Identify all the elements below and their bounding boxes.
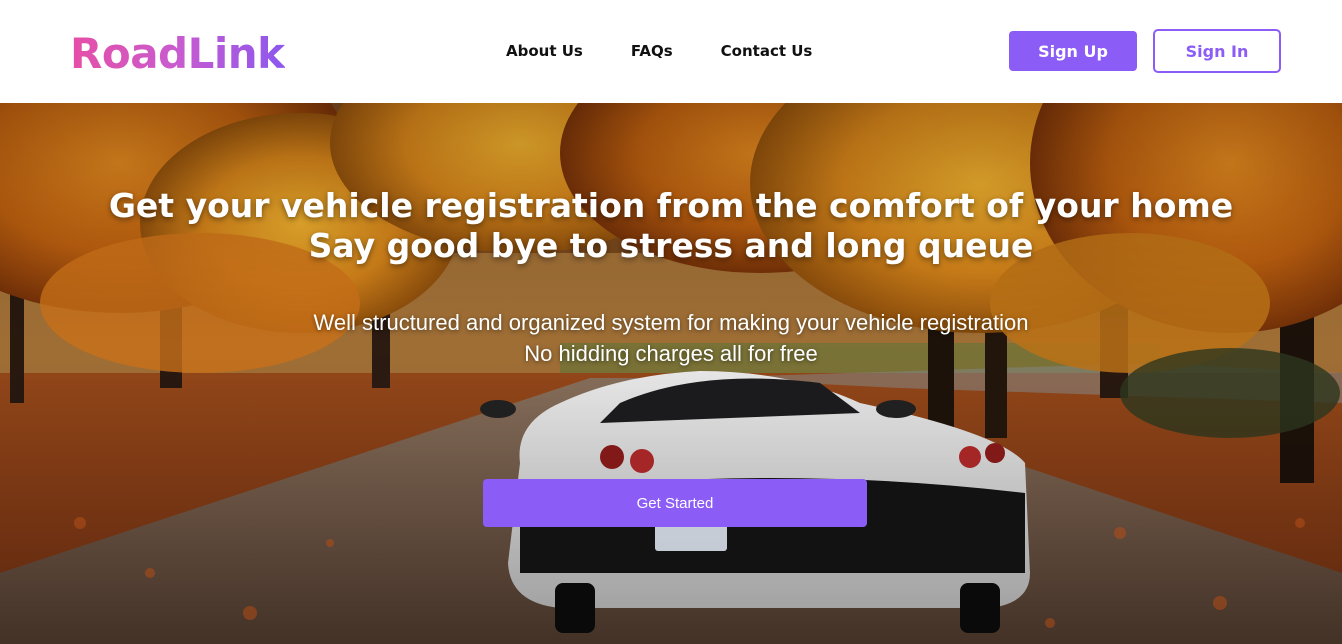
hero-overlay — [0, 103, 1342, 644]
sign-in-button[interactable]: Sign In — [1153, 29, 1281, 73]
nav-link-about-us[interactable]: About Us — [506, 40, 583, 62]
hero-section: Get your vehicle registration from the c… — [0, 103, 1342, 644]
navbar: RoadLink About Us FAQs Contact Us Sign U… — [0, 0, 1342, 103]
nav-link-faqs[interactable]: FAQs — [631, 40, 673, 62]
hero-title: Get your vehicle registration from the c… — [0, 186, 1342, 266]
hero-subtitle-line-1: Well structured and organized system for… — [313, 310, 1029, 335]
nav-links: About Us FAQs Contact Us — [506, 40, 812, 62]
hero-title-line-1: Get your vehicle registration from the c… — [108, 186, 1234, 225]
hero-subtitle: Well structured and organized system for… — [0, 307, 1342, 369]
sign-up-button[interactable]: Sign Up — [1009, 31, 1137, 71]
brand-logo[interactable]: RoadLink — [70, 28, 285, 80]
get-started-button[interactable]: Get Started — [483, 479, 867, 527]
hero-title-line-2: Say good bye to stress and long queue — [308, 226, 1034, 265]
hero-subtitle-line-2: No hidding charges all for free — [524, 341, 818, 366]
nav-link-contact-us[interactable]: Contact Us — [721, 40, 813, 62]
